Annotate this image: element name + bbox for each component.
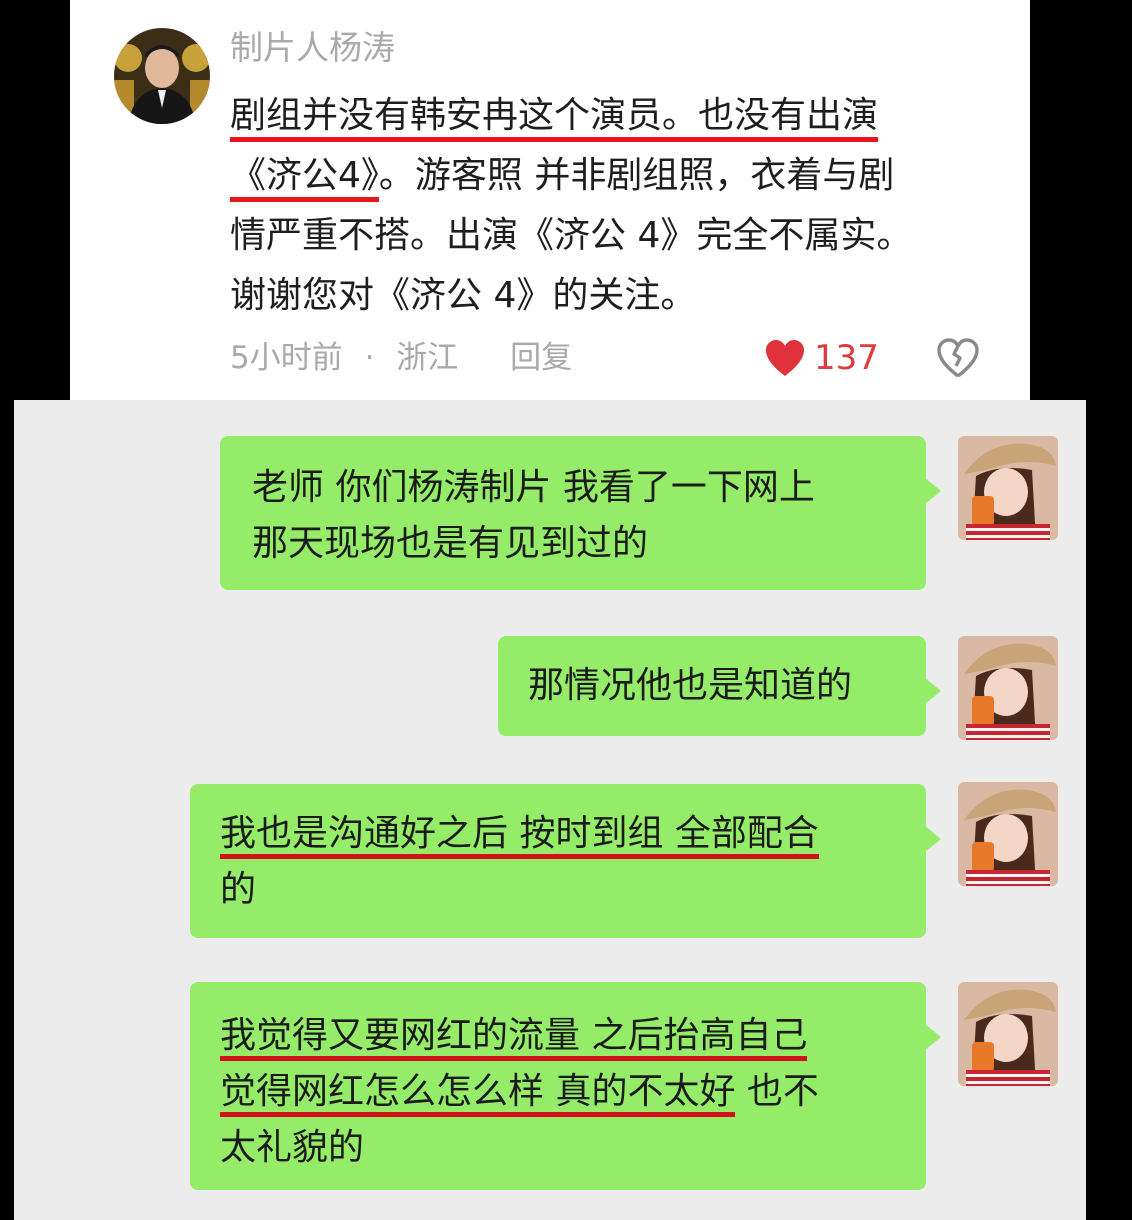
like-button[interactable]: 137 bbox=[764, 334, 879, 382]
message-line: 我也是沟通好之后 按时到组 全部配合 bbox=[220, 806, 926, 862]
comment-author-name[interactable]: 制片人杨涛 bbox=[230, 26, 395, 70]
comment-meta: 5小时前 · 浙江 回复 bbox=[230, 336, 572, 380]
comment-card: 制片人杨涛 剧组并没有韩安冉这个演员。也没有出演 《济公4》。游客照 并非剧组照… bbox=[70, 0, 1030, 400]
comment-location: 浙江 bbox=[396, 340, 459, 376]
meta-separator: · bbox=[364, 340, 375, 376]
reply-button[interactable]: 回复 bbox=[510, 336, 572, 380]
comment-text-segment: 。游客照 并非剧组照，衣着与剧 bbox=[378, 155, 895, 196]
sender-avatar[interactable] bbox=[958, 436, 1058, 540]
woman-with-hat-avatar-icon bbox=[958, 782, 1058, 886]
sender-avatar[interactable] bbox=[958, 982, 1058, 1086]
woman-with-hat-avatar-icon bbox=[958, 982, 1058, 1086]
message-text: 也不 bbox=[735, 1071, 819, 1112]
comment-line: 谢谢您对《济公 4》的关注。 bbox=[230, 266, 912, 326]
message-line: 的 bbox=[220, 862, 926, 918]
comment-body: 剧组并没有韩安冉这个演员。也没有出演 《济公4》。游客照 并非剧组照，衣着与剧 … bbox=[230, 86, 912, 326]
comment-text-segment: 剧组并没有韩安冉这个演员。也没有出演 bbox=[230, 95, 879, 142]
chat-message-bubble[interactable]: 我觉得又要网红的流量 之后抬高自己 觉得网红怎么怎么样 真的不太好 也不 太礼貌… bbox=[190, 982, 941, 1190]
chat-message-bubble[interactable]: 我也是沟通好之后 按时到组 全部配合 的 bbox=[190, 784, 941, 938]
comment-text-segment: 情严重不搭。出演《济公 4》完全不属实。 bbox=[230, 215, 913, 256]
message-line: 老师 你们杨涛制片 我看了一下网上 bbox=[252, 460, 926, 516]
message-text: 觉得网红怎么怎么样 真的不太好 bbox=[220, 1071, 736, 1117]
sender-avatar[interactable] bbox=[958, 782, 1058, 886]
message-line: 太礼貌的 bbox=[220, 1120, 926, 1176]
chat-message-bubble[interactable]: 那情况他也是知道的 bbox=[498, 636, 941, 736]
comment-text-segment: 《济公4》 bbox=[230, 155, 379, 202]
message-text: 那情况他也是知道的 bbox=[528, 665, 853, 706]
heart-icon bbox=[766, 340, 804, 376]
comment-line: 剧组并没有韩安冉这个演员。也没有出演 bbox=[230, 86, 912, 146]
message-text: 我也是沟通好之后 按时到组 全部配合 bbox=[220, 813, 819, 859]
screenshot-composite: 制片人杨涛 剧组并没有韩安冉这个演员。也没有出演 《济公4》。游客照 并非剧组照… bbox=[0, 0, 1132, 1220]
message-line: 那天现场也是有见到过的 bbox=[252, 516, 926, 572]
message-text: 太礼貌的 bbox=[220, 1127, 365, 1168]
chat-message-bubble[interactable]: 老师 你们杨涛制片 我看了一下网上 那天现场也是有见到过的 bbox=[220, 436, 941, 590]
sender-avatar[interactable] bbox=[958, 636, 1058, 740]
commenter-avatar[interactable] bbox=[114, 28, 210, 124]
message-text: 的 bbox=[220, 869, 257, 910]
comment-line: 情严重不搭。出演《济公 4》完全不属实。 bbox=[230, 206, 912, 266]
message-text: 那天现场也是有见到过的 bbox=[252, 523, 649, 564]
message-line: 我觉得又要网红的流量 之后抬高自己 bbox=[220, 1008, 926, 1064]
message-text: 我觉得又要网红的流量 之后抬高自己 bbox=[220, 1015, 808, 1061]
message-text: 老师 你们杨涛制片 我看了一下网上 bbox=[252, 467, 815, 508]
like-count: 137 bbox=[814, 338, 879, 378]
chat-panel: 老师 你们杨涛制片 我看了一下网上 那天现场也是有见到过的 那情况他也是知道的 … bbox=[14, 400, 1086, 1220]
message-line: 觉得网红怎么怎么样 真的不太好 也不 bbox=[220, 1064, 926, 1120]
comment-line: 《济公4》。游客照 并非剧组照，衣着与剧 bbox=[230, 146, 912, 206]
message-line: 那情况他也是知道的 bbox=[528, 658, 926, 714]
comment-time: 5小时前 bbox=[230, 340, 343, 376]
broken-heart-icon[interactable] bbox=[936, 336, 980, 380]
comment-text-segment: 谢谢您对《济公 4》的关注。 bbox=[230, 275, 697, 316]
woman-with-hat-avatar-icon bbox=[958, 636, 1058, 740]
woman-with-hat-avatar-icon bbox=[958, 436, 1058, 540]
